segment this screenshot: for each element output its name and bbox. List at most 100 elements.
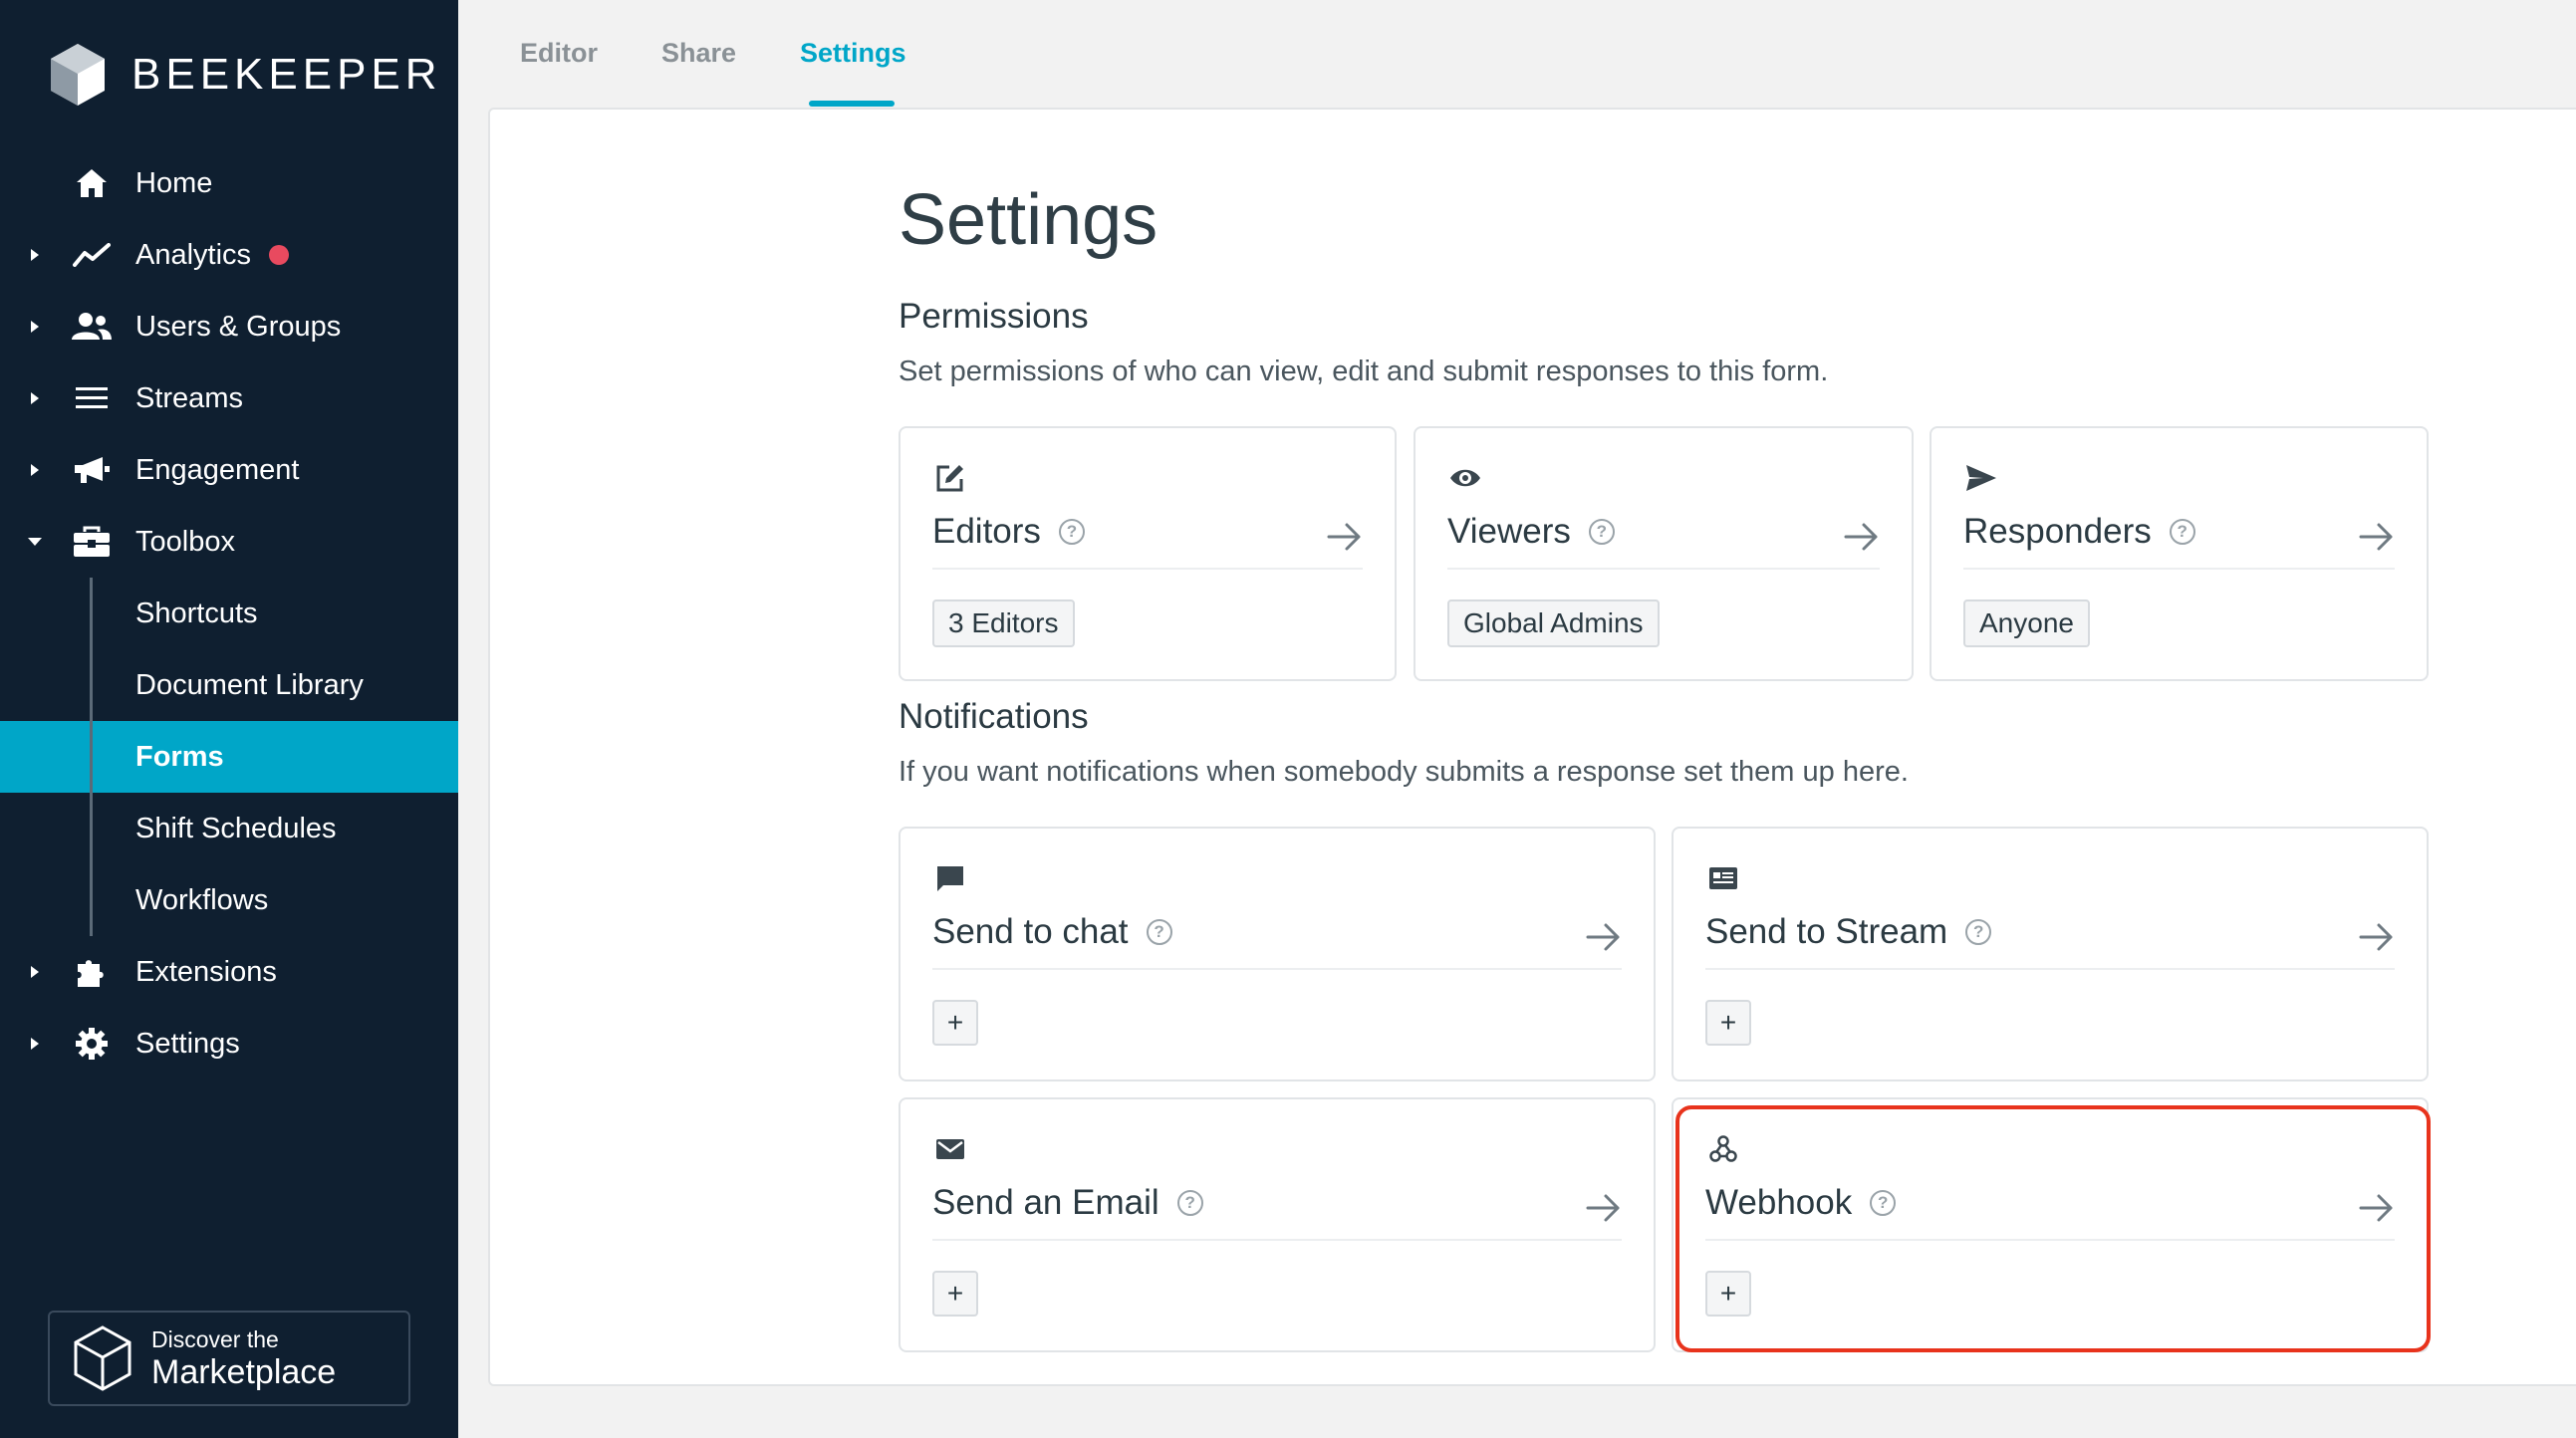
sidebar-item-label: Shortcuts: [135, 597, 258, 629]
send-an-email-card[interactable]: Send an Email? +: [899, 1097, 1656, 1352]
card-title: Viewers: [1447, 512, 1571, 551]
viewers-card[interactable]: Viewers? Global Admins: [1414, 426, 1914, 681]
puzzle-icon: [72, 952, 112, 992]
notifications-description: If you want notifications when somebody …: [899, 756, 1909, 788]
toolbox-icon: [72, 522, 112, 562]
send-to-chat-card[interactable]: Send to chat? +: [899, 827, 1656, 1081]
megaphone-icon: [72, 450, 112, 490]
sidebar: BEEKEEPER Home Analytics Users & Groups: [0, 0, 458, 1438]
tab-settings[interactable]: Settings: [800, 38, 906, 69]
permissions-description: Set permissions of who can view, edit an…: [899, 356, 1829, 387]
submenu-line: [90, 578, 93, 936]
brand-name: BEEKEEPER: [131, 50, 442, 99]
help-icon[interactable]: ?: [1965, 919, 1992, 945]
card-title: Webhook: [1705, 1183, 1853, 1222]
webhook-card[interactable]: Webhook? +: [1672, 1097, 2429, 1352]
sidebar-item-extensions[interactable]: Extensions: [0, 936, 458, 1008]
marketplace-caption: Discover the: [151, 1325, 279, 1352]
sidebar-item-label: Forms: [135, 740, 224, 773]
streams-icon: [72, 378, 112, 418]
add-button[interactable]: +: [1705, 1271, 1751, 1317]
envelope-icon: [932, 1131, 968, 1167]
value-chip: Anyone: [1963, 599, 2090, 647]
card-divider: [932, 968, 1622, 970]
send-to-stream-card[interactable]: Send to Stream? +: [1672, 827, 2429, 1081]
sidebar-item-shift-schedules[interactable]: Shift Schedules: [0, 793, 458, 864]
marketplace-cube-icon: [74, 1325, 131, 1391]
top-tabs: Editor Share Settings: [458, 0, 2576, 108]
add-button[interactable]: +: [932, 1271, 978, 1317]
analytics-icon: [72, 235, 112, 275]
sidebar-item-label: Users & Groups: [135, 310, 342, 343]
value-chip: Global Admins: [1447, 599, 1660, 647]
card-title: Editors: [932, 512, 1041, 551]
sidebar-item-label: Engagement: [135, 453, 300, 486]
card-divider: [1447, 568, 1880, 570]
card-title: Send to chat: [932, 912, 1129, 951]
arrow-right-icon[interactable]: [1586, 1193, 1622, 1223]
caret-right-icon: [26, 963, 44, 981]
add-button[interactable]: +: [1705, 1000, 1751, 1046]
help-icon[interactable]: ?: [2169, 519, 2195, 545]
arrow-right-icon[interactable]: [1844, 522, 1880, 552]
notification-badge: [269, 245, 289, 265]
edit-icon: [932, 460, 968, 496]
sidebar-item-label: Home: [135, 166, 213, 199]
sidebar-item-document-library[interactable]: Document Library: [0, 649, 458, 721]
notifications-heading: Notifications: [899, 697, 1089, 736]
sidebar-item-analytics[interactable]: Analytics: [0, 219, 458, 291]
add-button[interactable]: +: [932, 1000, 978, 1046]
card-divider: [1705, 1239, 2395, 1241]
sidebar-item-engagement[interactable]: Engagement: [0, 434, 458, 506]
marketplace-button[interactable]: Discover the Marketplace: [48, 1311, 410, 1406]
tab-editor[interactable]: Editor: [520, 38, 598, 69]
eye-icon: [1447, 460, 1483, 496]
stream-card-icon: [1705, 860, 1741, 896]
arrow-right-icon[interactable]: [2359, 922, 2395, 952]
arrow-right-icon[interactable]: [1327, 522, 1363, 552]
help-icon[interactable]: ?: [1588, 519, 1615, 545]
responders-card[interactable]: Responders? Anyone: [1930, 426, 2429, 681]
caret-right-icon: [26, 318, 44, 336]
marketplace-title: Marketplace: [151, 1352, 337, 1391]
tab-share[interactable]: Share: [661, 38, 736, 69]
sidebar-item-users-groups[interactable]: Users & Groups: [0, 291, 458, 362]
help-icon[interactable]: ?: [1146, 919, 1172, 945]
card-divider: [1963, 568, 2395, 570]
arrow-right-icon[interactable]: [2359, 1193, 2395, 1223]
sidebar-item-label: Shift Schedules: [135, 812, 337, 844]
chat-icon: [932, 860, 968, 896]
beekeeper-logo-icon: [51, 44, 105, 106]
sidebar-item-workflows[interactable]: Workflows: [0, 864, 458, 936]
sidebar-item-home[interactable]: Home: [0, 147, 458, 219]
sidebar-item-label: Workflows: [135, 883, 269, 916]
caret-right-icon: [26, 389, 44, 407]
help-icon[interactable]: ?: [1176, 1190, 1203, 1216]
home-icon: [72, 163, 112, 203]
gear-icon: [72, 1024, 112, 1064]
card-divider: [932, 1239, 1622, 1241]
sidebar-item-label: Toolbox: [135, 525, 235, 558]
send-icon: [1963, 460, 1999, 496]
card-divider: [932, 568, 1363, 570]
sidebar-item-forms[interactable]: Forms: [0, 721, 458, 793]
card-divider: [1705, 968, 2395, 970]
arrow-right-icon[interactable]: [1586, 922, 1622, 952]
sidebar-item-streams[interactable]: Streams: [0, 362, 458, 434]
permissions-heading: Permissions: [899, 297, 1089, 336]
caret-right-icon: [26, 1035, 44, 1053]
editors-card[interactable]: Editors? 3 Editors: [899, 426, 1397, 681]
sidebar-item-shortcuts[interactable]: Shortcuts: [0, 578, 458, 649]
active-tab-indicator: [809, 101, 895, 107]
arrow-right-icon[interactable]: [2359, 522, 2395, 552]
help-icon[interactable]: ?: [1058, 519, 1085, 545]
caret-right-icon: [26, 461, 44, 479]
sidebar-item-label: Analytics: [135, 238, 252, 271]
caret-right-icon: [26, 246, 44, 264]
help-icon[interactable]: ?: [1870, 1190, 1897, 1216]
card-title: Send to Stream: [1705, 912, 1948, 951]
sidebar-item-settings[interactable]: Settings: [0, 1008, 458, 1079]
value-chip: 3 Editors: [932, 599, 1075, 647]
brand-logo[interactable]: BEEKEEPER: [48, 40, 442, 110]
sidebar-item-toolbox[interactable]: Toolbox: [0, 506, 458, 578]
